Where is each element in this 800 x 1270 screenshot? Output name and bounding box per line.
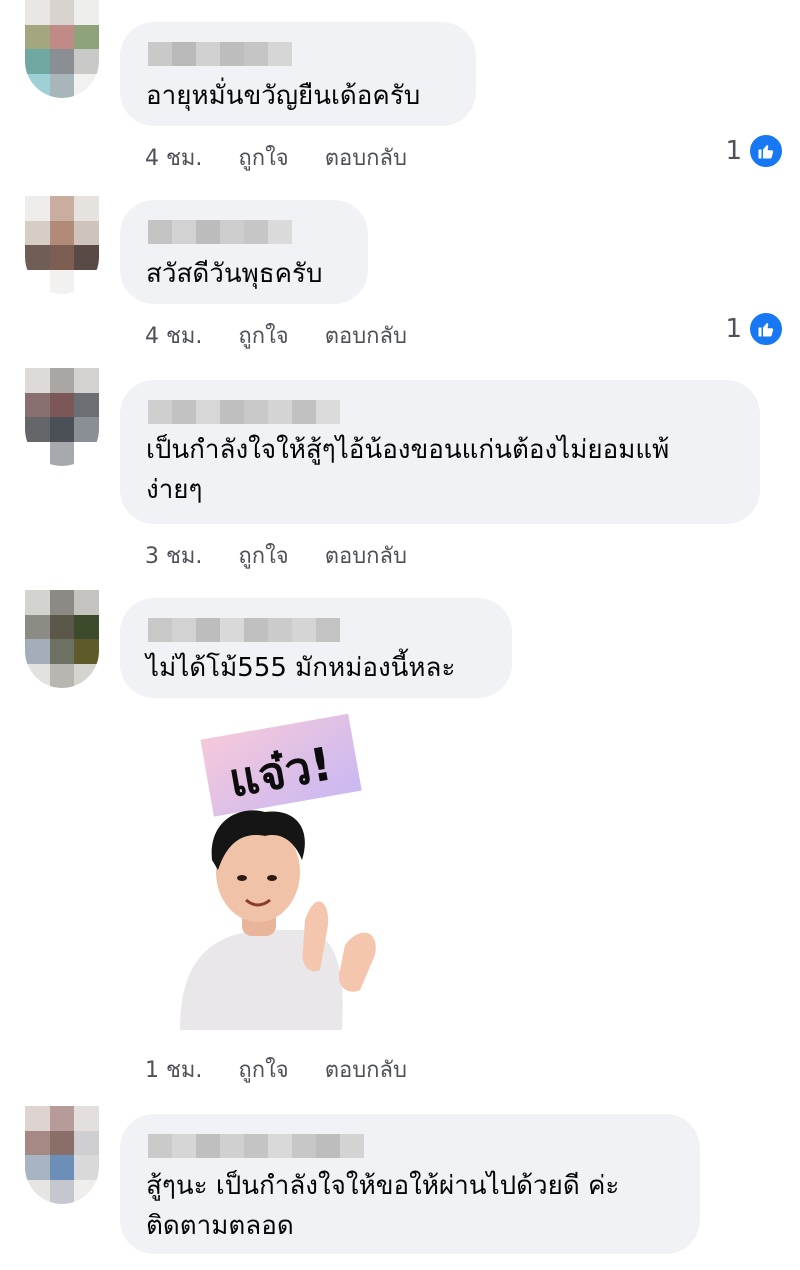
comment-bubble: เป็นกำลังใจให้สู้ๆไอ้น้องขอนแก่นต้องไม่ย… — [120, 380, 760, 524]
reply-button[interactable]: ตอบกลับ — [325, 318, 407, 353]
timestamp: 3 ชม. — [145, 544, 203, 569]
author-name-blurred[interactable] — [148, 220, 292, 244]
author-name-blurred[interactable] — [148, 1134, 364, 1158]
avatar[interactable] — [25, 368, 99, 466]
avatar[interactable] — [25, 1106, 99, 1204]
author-name-blurred[interactable] — [148, 42, 292, 66]
comment-actions: 4 ชม. ถูกใจ ตอบกลับ — [145, 140, 443, 175]
author-name-blurred[interactable] — [148, 400, 340, 424]
like-button[interactable]: ถูกใจ — [238, 1052, 288, 1087]
reply-button[interactable]: ตอบกลับ — [325, 1052, 407, 1087]
like-button[interactable]: ถูกใจ — [238, 140, 288, 175]
comment-text: ไม่ได้โม้555 มักหม่องนี้หละ — [146, 653, 456, 683]
like-count[interactable]: 1 — [725, 311, 784, 347]
like-button[interactable]: ถูกใจ — [238, 318, 288, 353]
thumbs-up-icon — [748, 133, 784, 169]
comment-actions: 1 ชม. ถูกใจ ตอบกลับ — [145, 1052, 443, 1087]
comment-actions: 4 ชม. ถูกใจ ตอบกลับ — [145, 318, 443, 353]
comment-bubble: สู้ๆนะ เป็นกำลังใจให้ขอให้ผ่านไปด้วยดี ค… — [120, 1114, 700, 1254]
comment-text: สู้ๆนะ เป็นกำลังใจให้ขอให้ผ่านไปด้วยดี ค… — [146, 1171, 620, 1241]
avatar[interactable] — [25, 0, 99, 98]
thumbs-up-icon — [748, 311, 784, 347]
timestamp: 1 ชม. — [145, 1058, 203, 1083]
comment-bubble: ไม่ได้โม้555 มักหม่องนี้หละ — [120, 598, 512, 698]
sticker-image: แจ๋ว! — [180, 713, 376, 1030]
sticker[interactable]: แจ๋ว! — [170, 700, 400, 1045]
reply-button[interactable]: ตอบกลับ — [325, 140, 407, 175]
like-button[interactable]: ถูกใจ — [238, 538, 288, 573]
comment-bubble: อายุหมั่นขวัญยืนเด้อครับ — [120, 22, 476, 126]
comment-text: อายุหมั่นขวัญยืนเด้อครับ — [146, 81, 421, 111]
comment-actions: 3 ชม. ถูกใจ ตอบกลับ — [145, 538, 443, 573]
timestamp: 4 ชม. — [145, 324, 203, 349]
avatar[interactable] — [25, 590, 99, 688]
avatar[interactable] — [25, 196, 99, 294]
comment-text: สวัสดีวันพุธครับ — [146, 259, 323, 289]
reply-button[interactable]: ตอบกลับ — [325, 538, 407, 573]
timestamp: 4 ชม. — [145, 146, 203, 171]
comment-text: เป็นกำลังใจให้สู้ๆไอ้น้องขอนแก่นต้องไม่ย… — [146, 435, 670, 505]
author-name-blurred[interactable] — [148, 618, 340, 642]
like-count[interactable]: 1 — [725, 133, 784, 169]
comment-bubble: สวัสดีวันพุธครับ — [120, 200, 368, 304]
